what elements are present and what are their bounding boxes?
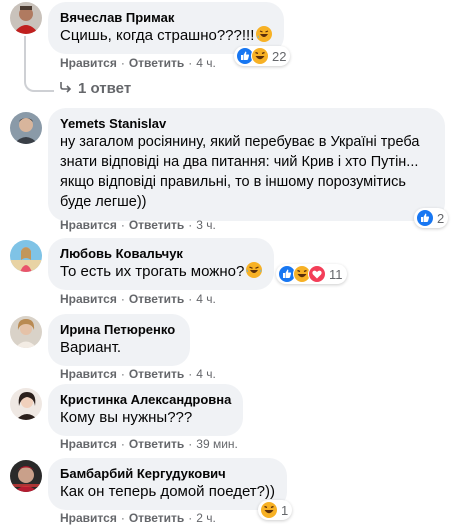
comment-actions: Нравится · Ответить · 39 мин.	[60, 436, 238, 452]
comment-text: Кому вы нужны???	[60, 409, 193, 426]
reply-button[interactable]: Ответить	[129, 436, 184, 452]
comment-bubble: Ирина Петюренко Вариант.	[48, 314, 190, 366]
thread-line	[24, 36, 26, 78]
reaction-summary[interactable]: 22	[234, 46, 291, 66]
comment-actions: Нравится · Ответить · 4 ч.	[60, 55, 216, 71]
reply-button[interactable]: Ответить	[129, 291, 184, 307]
reaction-summary[interactable]: 1	[258, 500, 293, 520]
timestamp[interactable]: 4 ч.	[196, 55, 216, 71]
reply-button[interactable]: Ответить	[129, 55, 184, 71]
reply-button[interactable]: Ответить	[129, 217, 184, 233]
avatar[interactable]	[10, 240, 42, 272]
comment-author[interactable]: Кристинка Александровна	[60, 391, 231, 408]
like-button[interactable]: Нравится	[60, 217, 117, 233]
reaction-count: 22	[272, 48, 287, 64]
comment-actions: Нравится · Ответить · 4 ч.	[60, 366, 216, 382]
reaction-count: 2	[437, 210, 445, 226]
love-icon	[308, 265, 326, 283]
reaction-count: 11	[329, 266, 343, 282]
comment-text: То есть их трогать можно?	[60, 262, 263, 282]
comment-author[interactable]: Бамбарбий Кергудукович	[60, 465, 275, 482]
reply-button[interactable]: Ответить	[129, 510, 184, 526]
avatar[interactable]	[10, 2, 42, 34]
timestamp[interactable]: 4 ч.	[196, 291, 216, 307]
comment-bubble: Бамбарбий Кергудукович Как он теперь дом…	[48, 458, 288, 510]
comment-actions: Нравится · Ответить · 4 ч.	[60, 291, 216, 307]
timestamp[interactable]: 3 ч.	[196, 217, 216, 233]
reply-button[interactable]: Ответить	[129, 366, 184, 382]
like-icon	[416, 209, 434, 227]
comment-author[interactable]: Вячеслав Примак	[60, 9, 272, 26]
comment-text: Как он теперь домой поедет?))	[60, 483, 276, 500]
avatar[interactable]	[10, 316, 42, 348]
avatar[interactable]	[10, 112, 42, 144]
like-button[interactable]: Нравится	[60, 291, 117, 307]
like-button[interactable]: Нравится	[60, 436, 117, 452]
reply-arrow-icon	[60, 82, 72, 93]
reaction-summary[interactable]: 2	[414, 208, 449, 228]
like-button[interactable]: Нравится	[60, 55, 117, 71]
comment-text: ну загалом росіянину, який перебуває в У…	[60, 134, 420, 210]
comment-actions: Нравится · Ответить · 3 ч.	[60, 217, 216, 233]
laughing-emoji-icon	[246, 262, 263, 278]
timestamp[interactable]: 2 ч.	[196, 510, 216, 526]
avatar[interactable]	[10, 388, 42, 420]
comment-bubble: Любовь Ковальчук То есть их трогать можн…	[48, 238, 275, 290]
comment-author[interactable]: Yemets Stanislav	[60, 115, 433, 132]
haha-emoji-icon	[256, 26, 273, 42]
comment-actions: Нравится · Ответить · 2 ч.	[60, 510, 216, 526]
like-button[interactable]: Нравится	[60, 510, 117, 526]
timestamp[interactable]: 4 ч.	[196, 366, 216, 382]
comment-text: Сцишь, когда страшно???!!!	[60, 26, 273, 46]
timestamp[interactable]: 39 мин.	[196, 436, 238, 452]
reaction-summary[interactable]: 11	[276, 264, 347, 284]
comment-bubble: Yemets Stanislav ну загалом росіянину, я…	[48, 108, 445, 221]
like-button[interactable]: Нравится	[60, 366, 117, 382]
comment-text: Вариант.	[60, 339, 122, 356]
view-replies-link[interactable]: 1 ответ	[58, 80, 131, 97]
haha-icon	[260, 501, 278, 519]
reaction-count: 1	[281, 502, 289, 518]
comment-author[interactable]: Любовь Ковальчук	[60, 245, 262, 262]
comment-bubble: Кристинка Александровна Кому вы нужны???	[48, 384, 244, 436]
avatar[interactable]	[10, 460, 42, 492]
comment-author[interactable]: Ирина Петюренко	[60, 321, 178, 338]
replies-count-label: 1 ответ	[78, 80, 132, 97]
thread-line	[24, 78, 54, 92]
haha-icon	[251, 47, 269, 65]
